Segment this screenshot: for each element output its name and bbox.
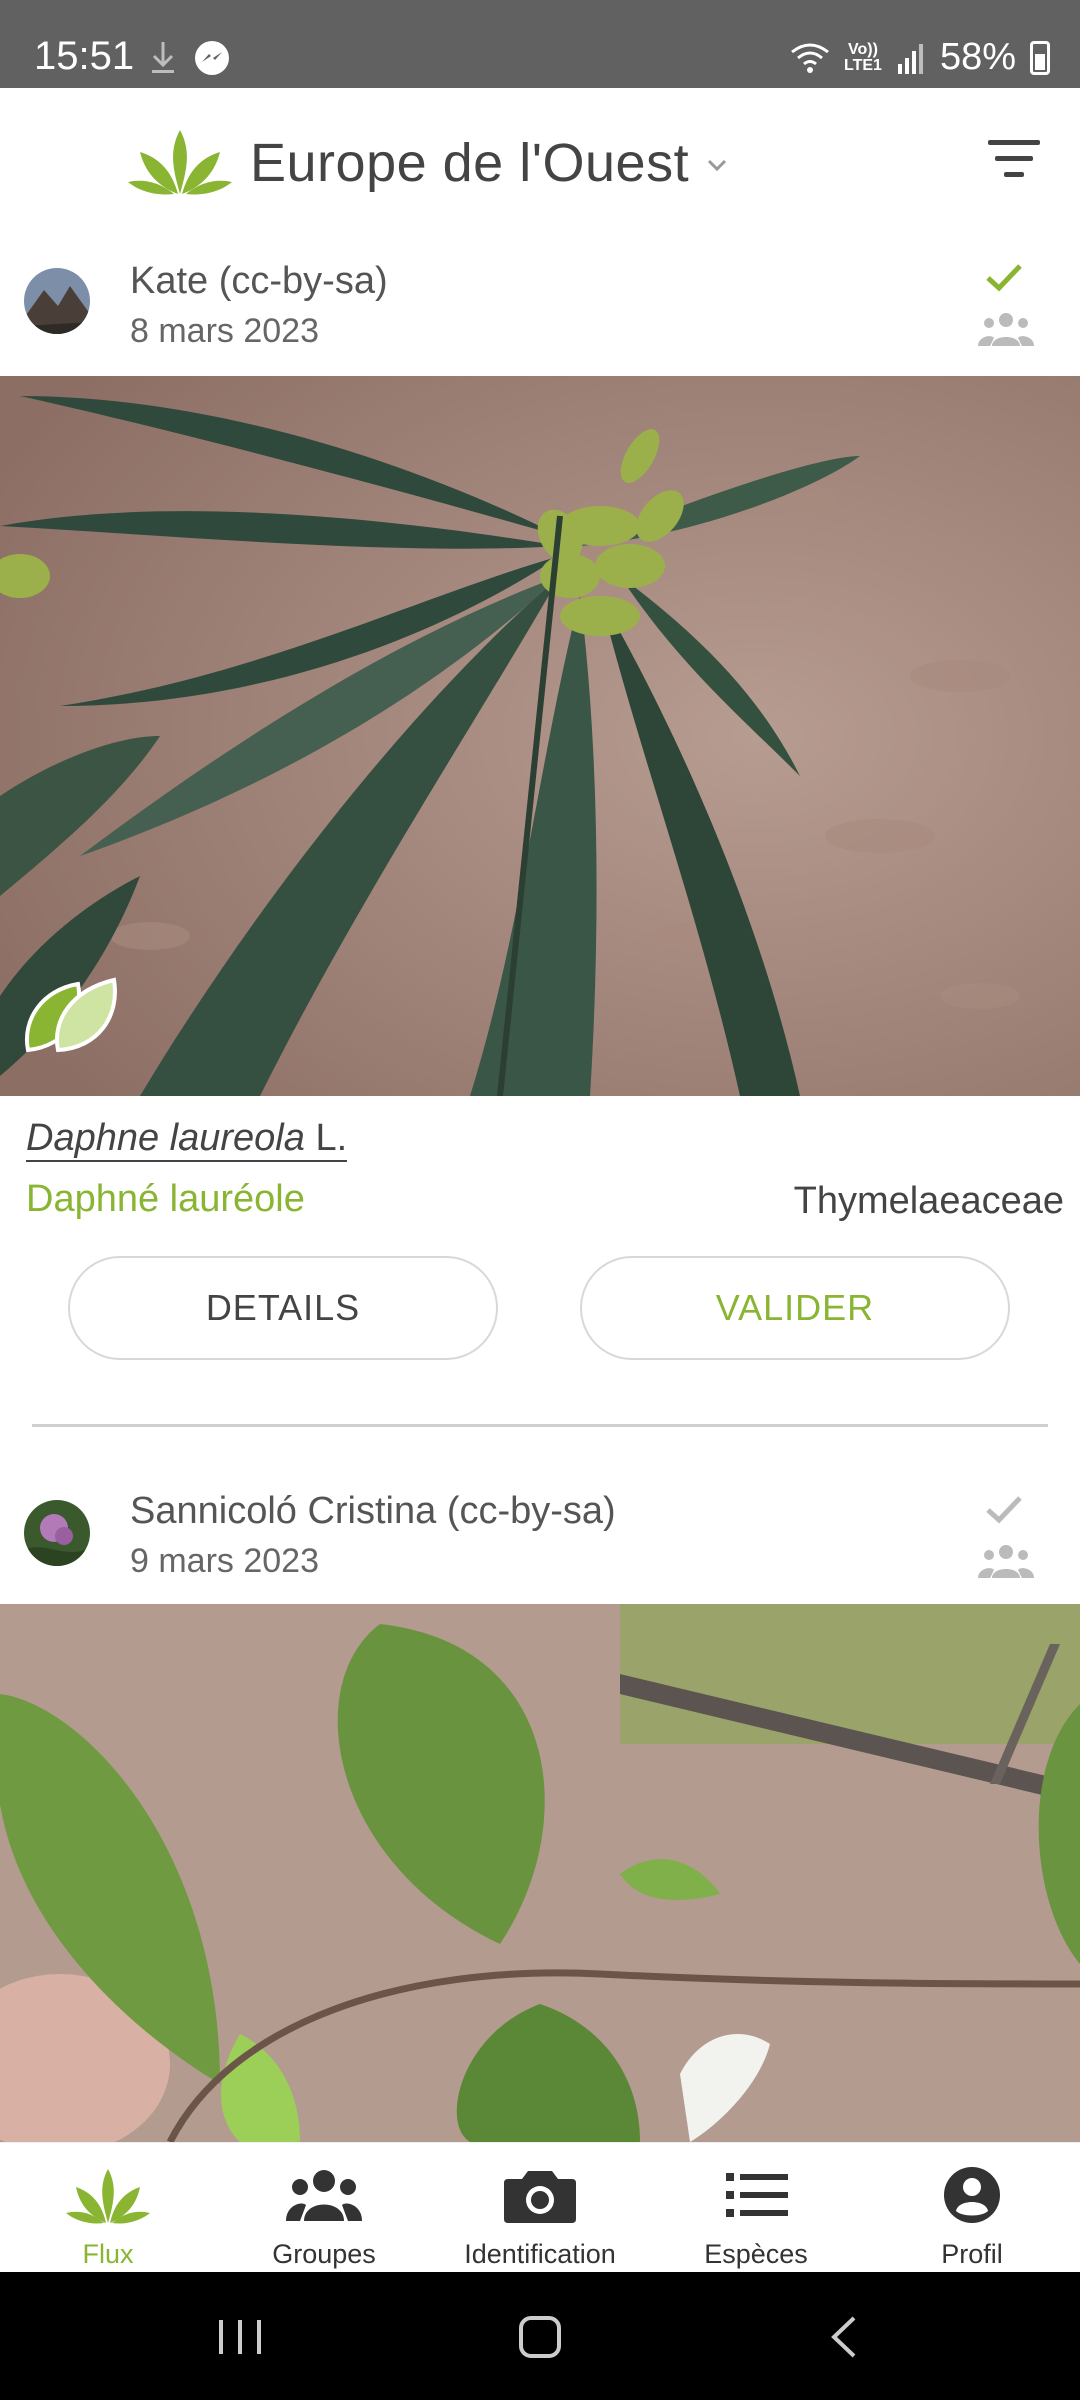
filter-button[interactable] <box>984 138 1040 182</box>
nav-especes[interactable]: Espèces <box>648 2143 864 2273</box>
author-name[interactable]: Kate (cc-by-sa) <box>130 260 388 303</box>
post-header[interactable]: Sannicoló Cristina (cc-by-sa) 9 mars 202… <box>0 1470 1080 1590</box>
common-name: Daphné lauréole <box>26 1178 305 1220</box>
chevron-down-icon[interactable] <box>706 154 728 176</box>
nav-groupes[interactable]: Groupes <box>216 2143 432 2273</box>
family-name: Thymelaeaceae <box>793 1180 1064 1222</box>
plant-photo <box>0 1604 1080 2142</box>
filter-icon <box>988 140 1040 145</box>
download-icon <box>152 42 174 73</box>
validate-button[interactable]: VALIDER <box>580 1256 1010 1360</box>
nav-profil[interactable]: Profil <box>864 2143 1080 2273</box>
post-header[interactable]: Kate (cc-by-sa) 8 mars 2023 <box>0 240 1080 360</box>
group-icon <box>286 2170 362 2221</box>
daphne-photo <box>0 376 1080 1096</box>
nav-flux[interactable]: Flux <box>0 2143 216 2273</box>
check-icon <box>986 264 1022 292</box>
wifi-icon <box>791 43 829 73</box>
post-divider <box>32 1424 1048 1427</box>
observation-photo[interactable] <box>0 376 1080 1096</box>
region-selector[interactable]: Europe de l'Ouest <box>250 132 689 194</box>
battery-icon <box>1030 40 1050 75</box>
lte-indicator: Vo)) LTE1 <box>844 40 882 74</box>
status-time: 15:51 <box>34 34 135 78</box>
list-icon <box>726 2173 788 2217</box>
battery-percent: 58% <box>939 36 1016 78</box>
group-icon <box>978 313 1034 346</box>
avatar[interactable] <box>24 1500 90 1566</box>
plantnet-logo-icon <box>128 130 232 195</box>
camera-icon <box>504 2171 576 2223</box>
post-date: 9 mars 2023 <box>130 1542 319 1580</box>
home-button[interactable] <box>505 2312 575 2362</box>
observation-photo[interactable] <box>0 1604 1080 2142</box>
check-icon <box>986 1496 1022 1524</box>
plant-icon <box>66 2169 150 2224</box>
app-header: Europe de l'Ouest <box>0 88 1080 238</box>
group-icon <box>978 1545 1034 1578</box>
nav-identification[interactable]: Identification <box>432 2143 648 2273</box>
scientific-name[interactable]: Daphne laureola L. <box>26 1116 348 1162</box>
status-bar: 15:51 Vo)) LTE1 58% <box>0 0 1080 88</box>
system-navigation <box>0 2272 1080 2400</box>
signal-icon <box>897 43 923 74</box>
leaf-badge-icon <box>25 977 117 1053</box>
profile-icon <box>944 2167 1000 2223</box>
author-name[interactable]: Sannicoló Cristina (cc-by-sa) <box>130 1490 616 1533</box>
recent-apps-button[interactable] <box>205 2312 275 2362</box>
bottom-navigation: Flux Groupes Identification Espèces Prof… <box>0 2142 1080 2273</box>
messenger-icon <box>195 41 229 75</box>
avatar[interactable] <box>24 268 90 334</box>
back-button[interactable] <box>810 2312 880 2362</box>
details-button[interactable]: DETAILS <box>68 1256 498 1360</box>
post-date: 8 mars 2023 <box>130 312 319 350</box>
